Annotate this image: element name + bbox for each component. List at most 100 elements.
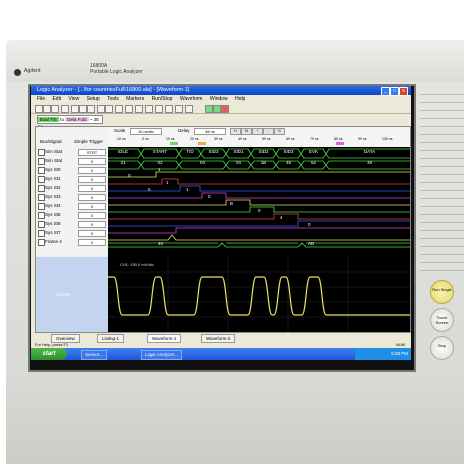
- signal-row[interactable]: Sim Stat X: [38, 157, 106, 165]
- signal-row[interactable]: Sys St7 X: [38, 229, 106, 237]
- time-tick: 40 ns: [238, 137, 247, 141]
- grid-icon[interactable]: [155, 105, 163, 113]
- menu-markers[interactable]: Markers: [126, 96, 144, 102]
- zoom-out-icon[interactable]: [105, 105, 113, 113]
- bus-state-cell: START: [152, 149, 168, 154]
- touch-screen-button[interactable]: Touch Screen: [430, 308, 454, 332]
- run-icon[interactable]: [205, 105, 213, 113]
- cursor-icon[interactable]: [135, 105, 143, 113]
- trigger-value[interactable]: X: [78, 212, 106, 219]
- cut-icon[interactable]: [71, 105, 79, 113]
- taskbar-item[interactable]: Sensor...: [81, 350, 107, 360]
- signal-row[interactable]: Frame 4 X: [38, 238, 106, 246]
- header-button[interactable]: H: [230, 128, 241, 135]
- signal-row[interactable]: Sim Stat STRT: [38, 148, 106, 156]
- print-icon[interactable]: [61, 105, 69, 113]
- menu-edit[interactable]: Edit: [52, 96, 61, 102]
- trigger-value[interactable]: STRT: [78, 149, 106, 156]
- expand-toggle[interactable]: [38, 185, 45, 192]
- menu-help[interactable]: Help: [235, 96, 245, 102]
- start-button[interactable]: start: [31, 348, 67, 360]
- wave-value: AD: [308, 241, 315, 246]
- paste-icon[interactable]: [87, 105, 95, 113]
- trigger-value[interactable]: X: [78, 203, 106, 210]
- digital-waveform-display[interactable]: IDLE START TID SID3 SID1 SID2 SID3 EVK D…: [108, 147, 410, 257]
- marker-m3[interactable]: [336, 142, 344, 145]
- signal-row[interactable]: Sys St2 X: [38, 184, 106, 192]
- vent-slot: [420, 166, 464, 167]
- expand-toggle[interactable]: [38, 194, 45, 201]
- menu-run-stop[interactable]: Run/Stop: [152, 96, 173, 102]
- delay-input[interactable]: 48 ns: [194, 128, 226, 135]
- trigger-value[interactable]: X: [78, 185, 106, 192]
- trigger-value[interactable]: X: [78, 158, 106, 165]
- menu-window[interactable]: Window: [210, 96, 228, 102]
- trigger-value[interactable]: X: [78, 239, 106, 246]
- bus-state-cell: DATA: [363, 149, 376, 154]
- zoom-in-icon[interactable]: [97, 105, 105, 113]
- expand-toggle[interactable]: [38, 239, 45, 246]
- marker-m2[interactable]: [198, 142, 206, 145]
- bus-state-cell: SID3: [208, 149, 219, 154]
- expand-toggle[interactable]: [38, 212, 45, 219]
- save-icon[interactable]: [51, 105, 59, 113]
- window-titlebar[interactable]: Logic Analyzer - [...\for countriesFull\…: [31, 86, 411, 96]
- trigger-summary[interactable]: Eval TIS to Dela Fold ~ 38 ns: [37, 115, 103, 129]
- expand-toggle[interactable]: [38, 176, 45, 183]
- expand-toggle[interactable]: [38, 158, 45, 165]
- run-single-button[interactable]: Run Single: [430, 280, 454, 304]
- wave-value: 0: [128, 173, 131, 178]
- stop-icon[interactable]: [221, 105, 229, 113]
- trigger-value[interactable]: X: [78, 176, 106, 183]
- taskbar-item[interactable]: Logic Analyzer...: [141, 350, 182, 360]
- header-button[interactable]: +: [252, 128, 263, 135]
- menu-view[interactable]: View: [68, 96, 79, 102]
- expand-toggle[interactable]: [38, 230, 45, 237]
- signal-row[interactable]: Sys St5 X: [38, 211, 106, 219]
- trigger-value[interactable]: X: [78, 221, 106, 228]
- time-tick: 50 ns: [262, 137, 271, 141]
- signal-row[interactable]: Sys St4 X: [38, 202, 106, 210]
- trigger-value[interactable]: X: [78, 167, 106, 174]
- menu-waveform[interactable]: Waveform: [180, 96, 203, 102]
- header-button[interactable]: M: [241, 128, 252, 135]
- header-button[interactable]: -: [263, 128, 274, 135]
- run-repetitive-icon[interactable]: [213, 105, 221, 113]
- bus-value-cell: 52: [310, 160, 316, 165]
- header-button[interactable]: G: [274, 128, 285, 135]
- time-ruler[interactable]: -10 ns 0 ns 10 ns 20 ns 30 ns 40 ns 50 n…: [108, 137, 410, 147]
- trigger-value[interactable]: X: [78, 230, 106, 237]
- signal-row[interactable]: Sys St6 X: [38, 220, 106, 228]
- stop-button[interactable]: Stop: [430, 336, 454, 360]
- copy-icon[interactable]: [79, 105, 87, 113]
- scale-input[interactable]: 10 ns/div: [130, 128, 162, 135]
- expand-toggle[interactable]: [38, 149, 45, 156]
- brand-logo-icon: [14, 69, 21, 76]
- signal-row[interactable]: Sys St3 X: [38, 193, 106, 201]
- bus-icon[interactable]: [145, 105, 153, 113]
- menu-tools[interactable]: Tools: [107, 96, 119, 102]
- expand-toggle[interactable]: [38, 221, 45, 228]
- marker-icon[interactable]: [115, 105, 123, 113]
- menu-file[interactable]: File: [37, 96, 45, 102]
- time-tick: 30 ns: [214, 137, 223, 141]
- simple-trigger-column[interactable]: Simple Trigger: [74, 139, 103, 144]
- expand-toggle[interactable]: [38, 167, 45, 174]
- signal-row[interactable]: Sys St1 X: [38, 175, 106, 183]
- settings-icon[interactable]: [185, 105, 193, 113]
- signal-row[interactable]: Sys St0 X: [38, 166, 106, 174]
- menu-setup[interactable]: Setup: [87, 96, 100, 102]
- vent-slot: [420, 174, 464, 175]
- scope-trace: [108, 257, 410, 332]
- marker-m1[interactable]: [170, 142, 178, 145]
- open-icon[interactable]: [43, 105, 51, 113]
- new-icon[interactable]: [35, 105, 43, 113]
- chart-icon[interactable]: [175, 105, 183, 113]
- analog-scope-display[interactable]: CH1: 150.0 mV/div: [108, 257, 410, 332]
- expand-toggle[interactable]: [38, 203, 45, 210]
- trigger-value[interactable]: X: [78, 194, 106, 201]
- find-icon[interactable]: [125, 105, 133, 113]
- bus-signal-column[interactable]: Bus/Signal: [40, 139, 62, 144]
- delay-label: Delay: [178, 128, 190, 133]
- list-icon[interactable]: [165, 105, 173, 113]
